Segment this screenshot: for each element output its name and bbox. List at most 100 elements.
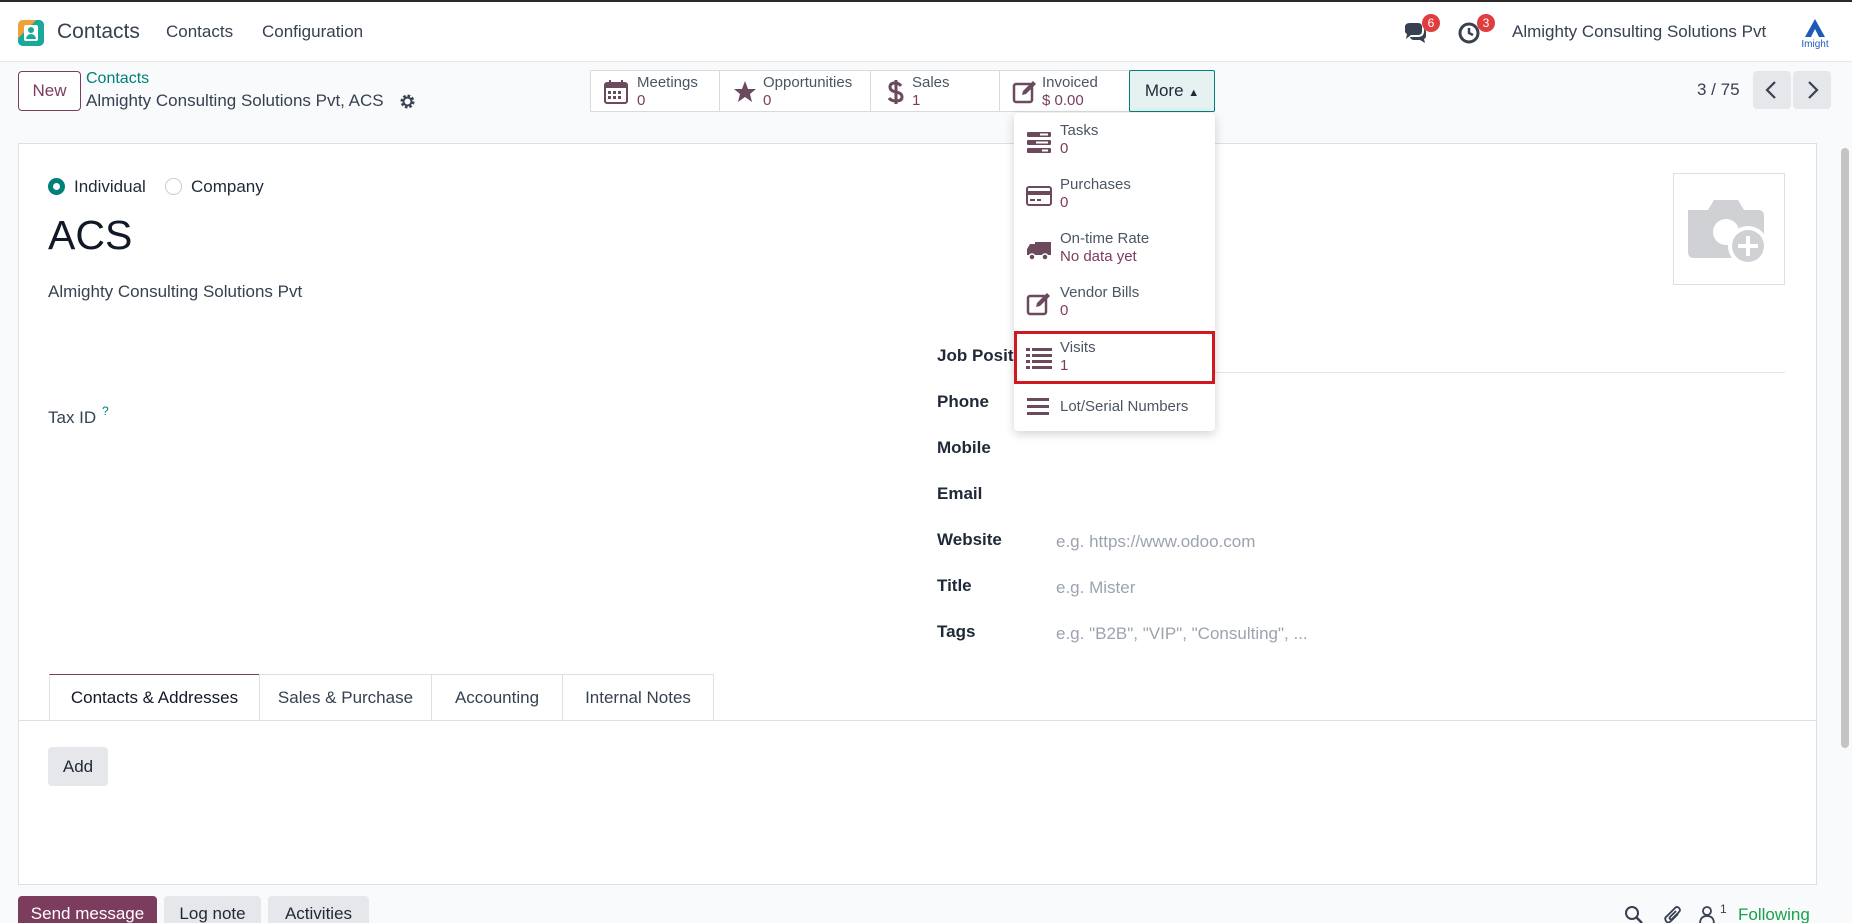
dropdown-item-label: On-time Rate — [1060, 230, 1150, 247]
more-label: More — [1144, 81, 1184, 100]
tax-id-help-icon[interactable]: ? — [102, 404, 109, 418]
website-input[interactable]: e.g. https://www.odoo.com — [1056, 532, 1255, 552]
smart-button-meetings[interactable]: Meetings 0 — [590, 70, 720, 112]
followers-count: 1 — [1720, 902, 1727, 916]
star-icon — [732, 79, 758, 105]
smart-label: Meetings — [637, 74, 698, 91]
gear-icon[interactable] — [399, 93, 416, 110]
dropdown-item-lot-serial-numbers[interactable]: Lot/Serial Numbers — [1014, 387, 1215, 427]
activities-clock-icon[interactable]: 3 — [1457, 14, 1495, 46]
dropdown-item-value: 0 — [1060, 302, 1069, 319]
pager-previous-button[interactable] — [1753, 71, 1791, 109]
smart-label: Invoiced — [1042, 74, 1098, 91]
following-button[interactable]: Following — [1738, 905, 1810, 923]
smart-button-sales[interactable]: Sales 1 — [870, 70, 1000, 112]
breadcrumb-current: Almighty Consulting Solutions Pvt, ACS — [86, 91, 384, 110]
smart-value: 1 — [912, 92, 921, 109]
pager-value[interactable]: 3 / 75 — [1697, 80, 1740, 100]
app-name[interactable]: Contacts — [57, 20, 140, 44]
contacts-app-icon[interactable] — [18, 20, 44, 46]
dropdown-item-on-time-rate[interactable]: On-time Rate No data yet — [1014, 225, 1215, 275]
dropdown-item-label: Lot/Serial Numbers — [1060, 398, 1189, 415]
tab-sales-purchase[interactable]: Sales & Purchase — [259, 674, 432, 721]
dropdown-item-purchases[interactable]: Purchases 0 — [1014, 171, 1215, 221]
radio-company[interactable] — [165, 178, 182, 195]
camera-plus-icon — [1688, 200, 1768, 266]
more-dropdown-menu: Tasks 0 Purchases 0 On-time Rate No data… — [1014, 113, 1215, 431]
avatar-upload[interactable] — [1673, 173, 1785, 285]
credit-card-icon — [1026, 183, 1052, 209]
smart-label: Sales — [912, 74, 950, 91]
dropdown-item-label: Visits — [1060, 339, 1096, 356]
tab-accounting[interactable]: Accounting — [431, 674, 563, 721]
dropdown-item-label: Tasks — [1060, 122, 1099, 139]
edit-icon — [1026, 291, 1052, 317]
messages-icon[interactable]: 6 — [1402, 14, 1440, 46]
tab-contacts-addresses[interactable]: Contacts & Addresses — [49, 674, 260, 721]
title-input[interactable]: e.g. Mister — [1056, 578, 1135, 598]
dropdown-item-value: 0 — [1060, 194, 1069, 211]
dropdown-item-value: 1 — [1060, 357, 1069, 374]
dropdown-item-value: No data yet — [1060, 248, 1137, 265]
new-button[interactable]: New — [18, 71, 81, 111]
pager-next-button[interactable] — [1793, 71, 1831, 109]
menu-contacts[interactable]: Contacts — [166, 22, 233, 42]
tab-internal-notes[interactable]: Internal Notes — [562, 674, 714, 721]
contact-name-field[interactable]: ACS — [48, 212, 132, 259]
scrollbar-thumb[interactable] — [1841, 148, 1849, 748]
logo-text: Imight — [1801, 39, 1828, 49]
dropdown-item-value: 0 — [1060, 140, 1069, 157]
top-navbar: Contacts Contacts Configuration 6 3 Almi… — [0, 0, 1852, 62]
user-avatar-logo[interactable]: Imight — [1798, 17, 1832, 50]
search-icon[interactable] — [1624, 905, 1644, 923]
company-switcher[interactable]: Almighty Consulting Solutions Pvt — [1512, 22, 1766, 42]
paperclip-icon[interactable] — [1663, 905, 1683, 923]
tab-divider — [19, 720, 1816, 721]
log-note-button[interactable]: Log note — [164, 896, 261, 923]
chevron-left-icon — [1765, 81, 1776, 99]
bars-icon — [1026, 394, 1052, 420]
caret-up-icon: ▲ — [1188, 87, 1200, 99]
tags-input[interactable]: e.g. "B2B", "VIP", "Consulting", ... — [1056, 624, 1308, 644]
mobile-label: Mobile — [937, 438, 991, 457]
edit-icon — [1012, 79, 1038, 105]
chevron-right-icon — [1808, 81, 1819, 99]
calendar-icon — [603, 79, 629, 105]
menu-configuration[interactable]: Configuration — [262, 22, 363, 42]
more-button[interactable]: More ▲ — [1129, 70, 1215, 112]
smart-label: Opportunities — [763, 74, 853, 91]
dropdown-item-visits[interactable]: Visits 1 — [1014, 331, 1215, 384]
messages-badge: 6 — [1422, 14, 1440, 32]
job-position-label: Job Posit — [937, 346, 1014, 365]
smart-button-invoiced[interactable]: Invoiced $ 0.00 — [999, 70, 1130, 112]
dropdown-item-tasks[interactable]: Tasks 0 — [1014, 117, 1215, 167]
truck-icon — [1026, 237, 1052, 263]
form-sheet — [18, 143, 1817, 885]
dropdown-item-vendor-bills[interactable]: Vendor Bills 0 — [1014, 279, 1215, 329]
tags-label: Tags — [937, 622, 976, 641]
website-label: Website — [937, 530, 1002, 549]
dollar-icon — [883, 79, 909, 105]
radio-individual-label[interactable]: Individual — [74, 177, 146, 197]
smart-value: 0 — [763, 92, 772, 109]
smart-value: 0 — [637, 92, 646, 109]
activities-button[interactable]: Activities — [268, 896, 369, 923]
add-button[interactable]: Add — [48, 747, 108, 786]
list-icon — [1026, 345, 1052, 371]
smart-button-opportunities[interactable]: Opportunities 0 — [719, 70, 871, 112]
dropdown-item-label: Purchases — [1060, 176, 1131, 193]
radio-company-label[interactable]: Company — [191, 177, 264, 197]
tax-id-label: Tax ID — [48, 408, 97, 427]
activities-badge: 3 — [1477, 14, 1495, 32]
smart-value: $ 0.00 — [1042, 92, 1084, 109]
email-label: Email — [937, 484, 983, 503]
title-label: Title — [937, 576, 972, 595]
phone-label: Phone — [937, 392, 989, 411]
radio-individual[interactable] — [48, 178, 65, 195]
breadcrumb-contacts[interactable]: Contacts — [86, 70, 149, 88]
company-name-field[interactable]: Almighty Consulting Solutions Pvt — [48, 282, 302, 302]
send-message-button[interactable]: Send message — [18, 896, 157, 923]
dropdown-item-label: Vendor Bills — [1060, 284, 1140, 301]
followers-user-icon[interactable] — [1698, 905, 1718, 923]
tasks-icon — [1026, 129, 1052, 155]
